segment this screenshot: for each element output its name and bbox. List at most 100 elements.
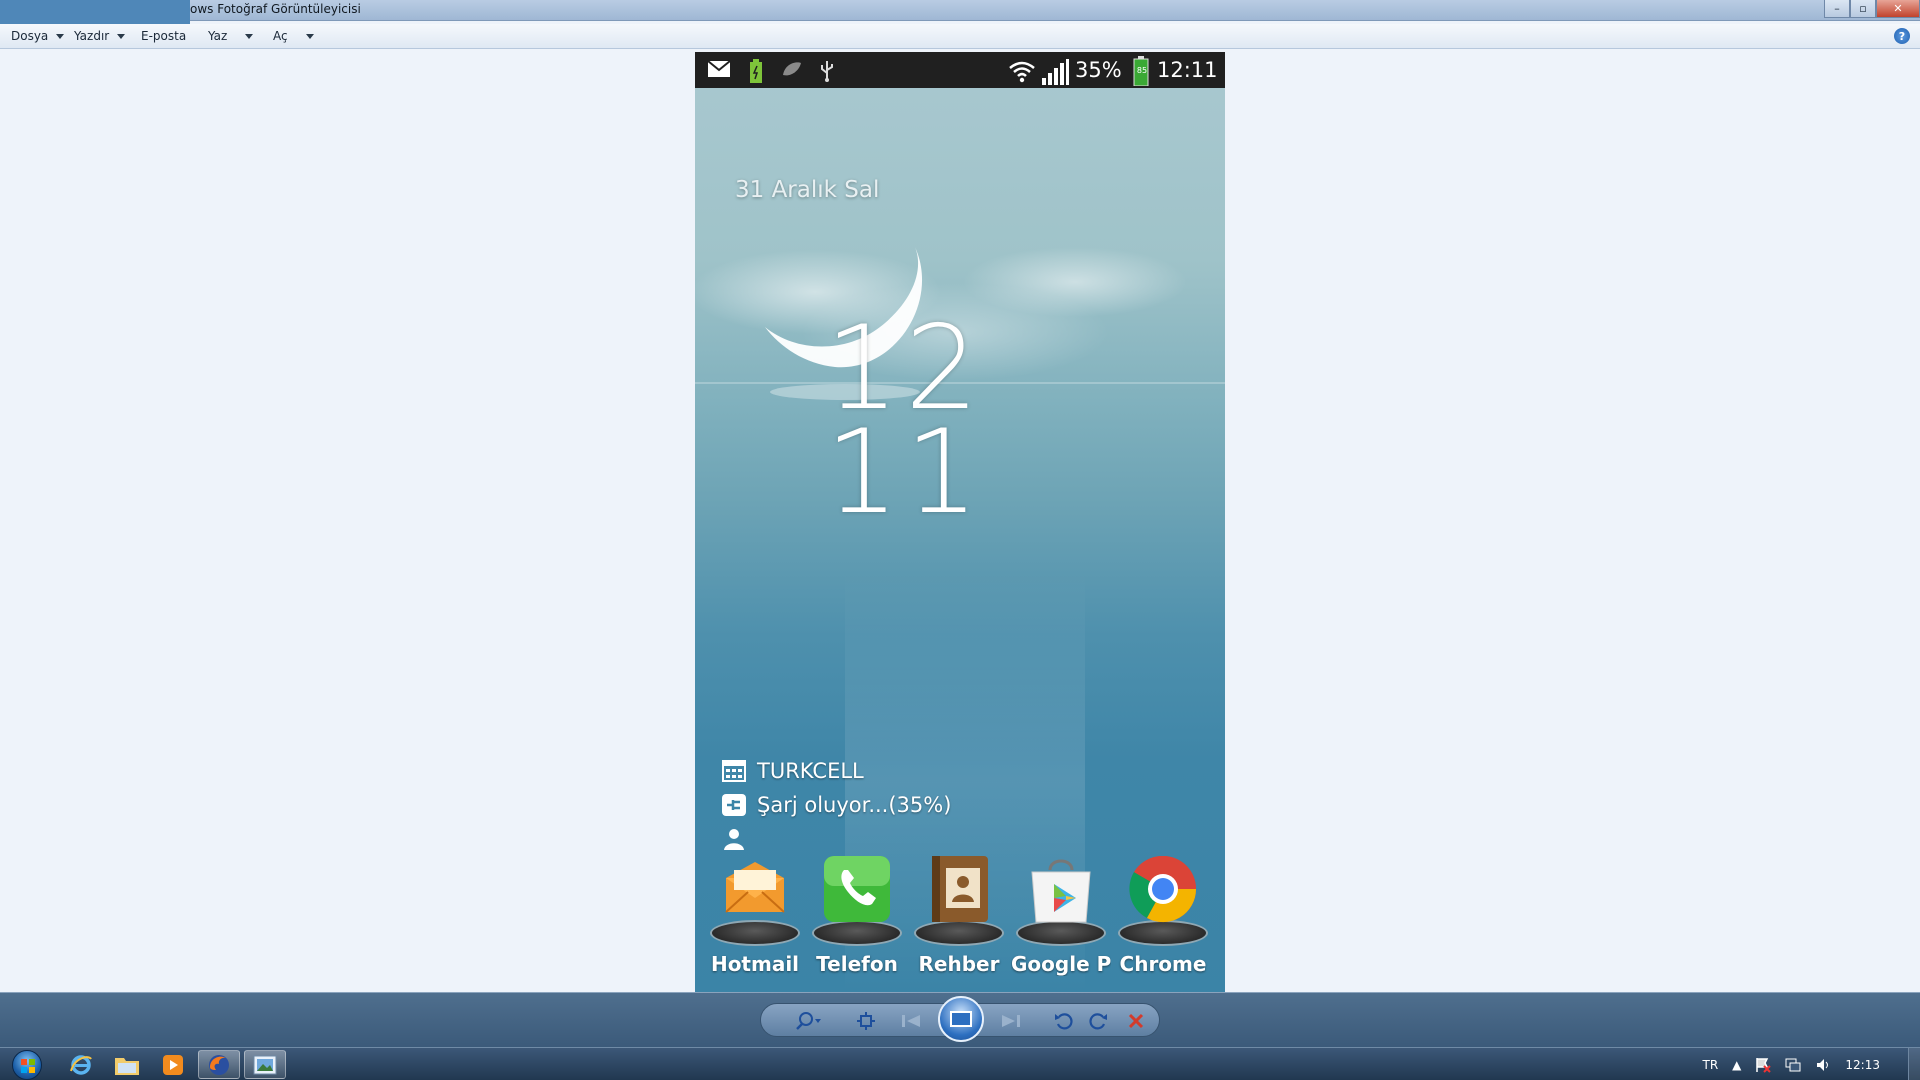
taskbar-firefox[interactable] xyxy=(198,1050,240,1079)
window-title: ows Fotoğraf Görüntüleyicisi xyxy=(190,2,361,16)
previous-button[interactable] xyxy=(889,1008,935,1034)
rotate-right-button[interactable] xyxy=(1085,1008,1111,1034)
owner-info xyxy=(721,826,757,852)
dock-label-hotmail: Hotmail xyxy=(710,952,800,976)
dock-app-google-play[interactable]: Google P xyxy=(1011,852,1111,976)
viewer-control-bar xyxy=(0,992,1920,1047)
actual-size-button[interactable] xyxy=(853,1008,879,1034)
leaf-icon xyxy=(781,59,803,79)
usb-icon xyxy=(819,59,835,83)
carrier-info: TURKCELL xyxy=(721,758,864,784)
window-controls: – ▫ ✕ xyxy=(1824,0,1920,19)
taskbar: TR ▲ 12:13 xyxy=(0,1047,1920,1080)
language-indicator[interactable]: TR xyxy=(1703,1058,1719,1072)
menu-dosya[interactable]: Dosya xyxy=(11,29,65,43)
dock-label-google-play: Google P xyxy=(1011,952,1111,976)
next-button[interactable] xyxy=(987,1008,1033,1034)
phone-screenshot: 35% 85 12:11 31 Aralık Sal 12 11 TURKCEL… xyxy=(695,52,1225,994)
slideshow-button[interactable] xyxy=(938,996,984,1042)
delete-x-icon xyxy=(1128,1013,1144,1029)
dock-app-telefon[interactable]: Telefon xyxy=(807,852,907,976)
file-explorer-icon xyxy=(115,1057,139,1075)
carrier-name: TURKCELL xyxy=(757,759,864,783)
slideshow-icon xyxy=(950,1011,972,1027)
chrome-icon xyxy=(1126,852,1200,926)
gmail-icon xyxy=(707,59,731,79)
media-player-icon xyxy=(163,1054,183,1075)
system-tray: TR ▲ 12:13 xyxy=(1703,1048,1920,1080)
volume-icon[interactable] xyxy=(1815,1057,1831,1073)
help-icon[interactable]: ? xyxy=(1894,28,1910,44)
network-icon[interactable] xyxy=(1785,1057,1801,1073)
next-icon xyxy=(1002,1015,1020,1027)
contacts-icon xyxy=(922,852,996,926)
start-button[interactable] xyxy=(8,1048,46,1080)
menu-ac[interactable]: Aç xyxy=(273,29,314,43)
internet-explorer-icon xyxy=(70,1054,92,1075)
taskbar-media-player[interactable] xyxy=(152,1050,194,1079)
action-center-flag-icon[interactable] xyxy=(1755,1057,1772,1073)
owner-person-icon xyxy=(721,826,747,852)
calendar-grid-icon xyxy=(721,758,747,784)
fit-window-icon xyxy=(857,1012,875,1030)
previous-icon xyxy=(902,1015,920,1027)
taskbar-clock[interactable]: 12:13 xyxy=(1845,1058,1880,1072)
play-store-icon xyxy=(1024,852,1098,926)
delete-button[interactable] xyxy=(1123,1008,1149,1034)
rotate-ccw-icon xyxy=(1055,1013,1073,1030)
menu-yaz[interactable]: Yaz xyxy=(208,29,254,43)
close-button[interactable]: ✕ xyxy=(1876,0,1920,18)
title-redacted-area xyxy=(0,0,190,27)
charging-info: Şarj oluyor...(35%) xyxy=(721,792,951,818)
dock-app-chrome[interactable]: Chrome xyxy=(1113,852,1213,976)
show-hidden-icons[interactable]: ▲ xyxy=(1732,1058,1741,1072)
rotate-cw-icon xyxy=(1089,1013,1107,1030)
chevron-down-icon xyxy=(117,33,126,39)
phone-icon xyxy=(820,852,894,926)
zoom-button[interactable] xyxy=(791,1008,827,1034)
battery-charging-icon xyxy=(749,59,763,83)
firefox-icon xyxy=(209,1054,229,1075)
menu-ac-label: Aç xyxy=(273,29,288,43)
wifi-icon xyxy=(1007,59,1037,83)
lockscreen-clock: 12 11 xyxy=(805,311,1005,540)
charging-plug-icon xyxy=(721,792,747,818)
signal-icon xyxy=(1041,59,1069,85)
menu-eposta[interactable]: E-posta xyxy=(141,29,186,43)
photo-viewer-icon xyxy=(253,1055,277,1074)
battery-percent: 35% xyxy=(1075,58,1122,82)
taskbar-file-explorer[interactable] xyxy=(106,1050,148,1079)
status-time: 12:11 xyxy=(1157,58,1218,82)
title-bar: ows Fotoğraf Görüntüleyicisi – ▫ ✕ xyxy=(0,0,1920,27)
battery-level-label: 85 xyxy=(1136,66,1148,75)
windows-logo-icon xyxy=(12,1049,42,1080)
lockscreen-date: 31 Aralık Sal xyxy=(735,177,880,203)
charging-status: Şarj oluyor...(35%) xyxy=(757,793,952,817)
dock-label-telefon: Telefon xyxy=(816,952,898,976)
rotate-left-button[interactable] xyxy=(1051,1008,1077,1034)
app-dock: Hotmail Telefon Rehber Google P Chrome xyxy=(695,852,1225,994)
minimize-button[interactable]: – xyxy=(1824,0,1850,18)
dock-label-chrome: Chrome xyxy=(1119,952,1207,976)
menu-bar: Dosya Yazdır E-posta Yaz Aç ? xyxy=(0,24,1920,49)
magnifier-icon xyxy=(796,1012,821,1030)
chevron-down-icon xyxy=(245,33,254,39)
show-desktop-button[interactable] xyxy=(1908,1048,1920,1080)
chevron-down-icon xyxy=(56,33,65,39)
menu-yaz-label: Yaz xyxy=(208,29,228,43)
menu-eposta-label: E-posta xyxy=(141,29,187,43)
taskbar-internet-explorer[interactable] xyxy=(60,1050,102,1079)
maximize-button[interactable]: ▫ xyxy=(1850,0,1876,18)
phone-status-bar: 35% 85 12:11 xyxy=(695,52,1225,88)
menu-yazdir-label: Yazdır xyxy=(74,29,110,43)
dock-app-rehber[interactable]: Rehber xyxy=(909,852,1009,976)
dock-app-hotmail[interactable]: Hotmail xyxy=(705,852,805,976)
menu-yazdir[interactable]: Yazdır xyxy=(74,29,126,43)
chevron-down-icon xyxy=(305,33,314,39)
viewer-controls xyxy=(760,996,1160,1042)
clock-minute: 11 xyxy=(825,405,985,540)
taskbar-photo-viewer[interactable] xyxy=(244,1050,286,1079)
menu-dosya-label: Dosya xyxy=(11,29,49,43)
dock-label-rehber: Rehber xyxy=(918,952,1000,976)
hotmail-icon xyxy=(718,852,792,926)
